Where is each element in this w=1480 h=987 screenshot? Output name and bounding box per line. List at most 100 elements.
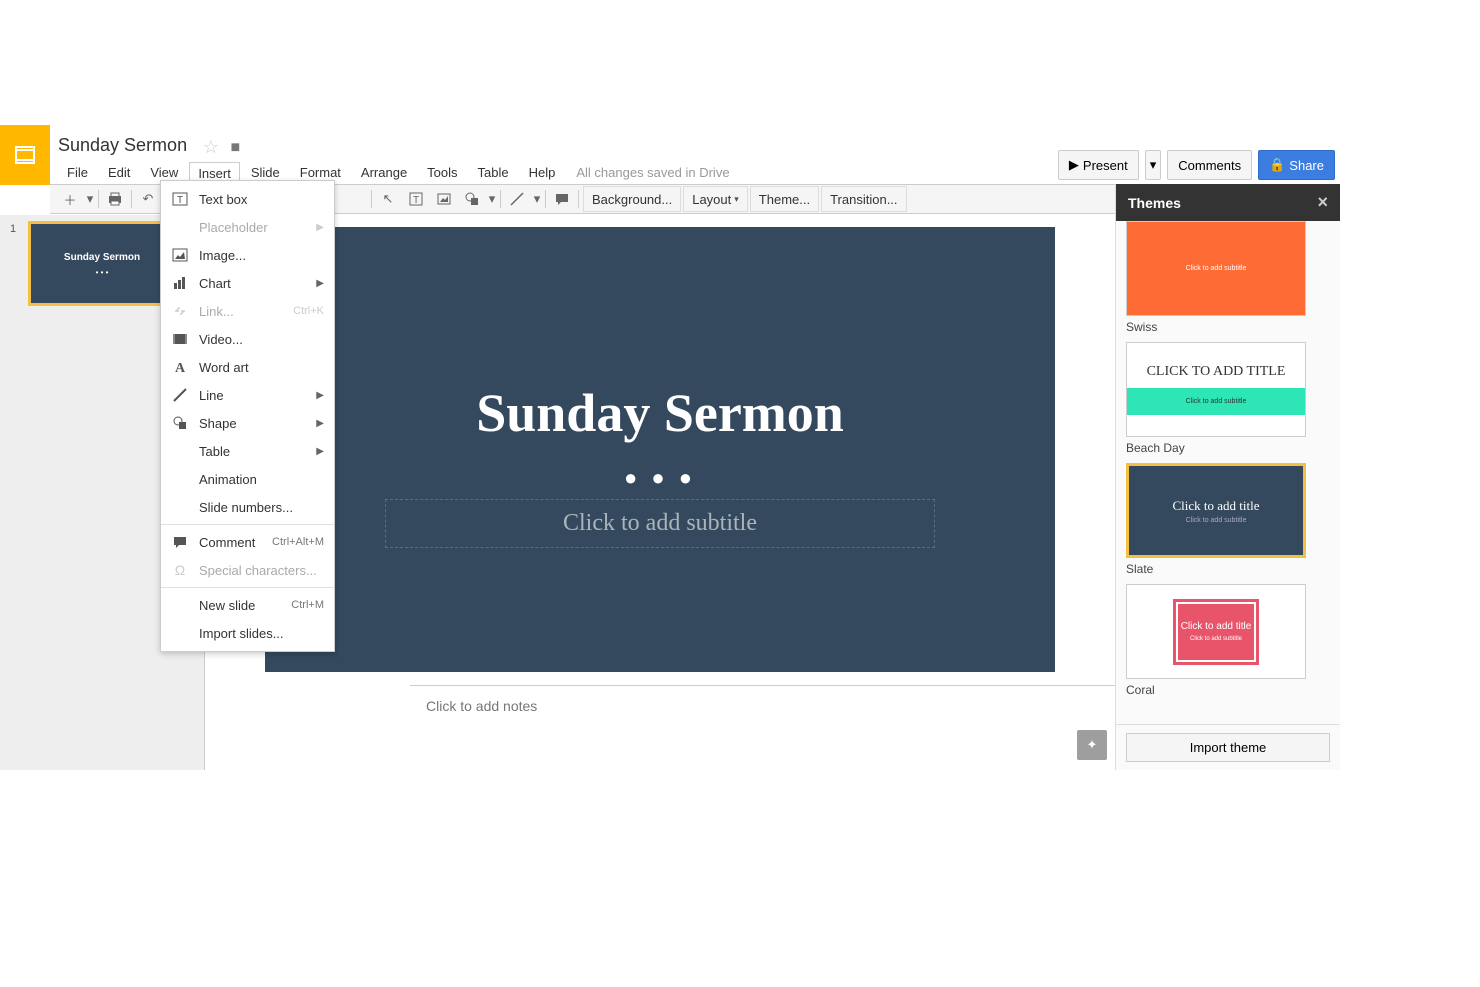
theme-name-label: Coral — [1126, 683, 1330, 697]
explore-button[interactable]: ✦ — [1077, 730, 1107, 760]
star-icon[interactable]: ☆ — [203, 137, 219, 158]
textbox-tool[interactable]: T — [402, 186, 430, 212]
undo-tool[interactable]: ↶ — [134, 186, 162, 212]
theme-swiss[interactable]: Click to add subtitleSwiss — [1126, 221, 1330, 334]
slides-logo[interactable] — [0, 125, 50, 185]
insert-text-box[interactable]: TText box — [161, 185, 334, 213]
comment-tool[interactable] — [548, 186, 576, 212]
preview-text: Click to add subtitle — [1186, 265, 1247, 272]
theme-name-label: Slate — [1126, 562, 1330, 576]
insert-link-: Link...Ctrl+K — [161, 297, 334, 325]
preview-inner: Click to add titleClick to add subtitle — [1176, 602, 1256, 662]
insert-menu: TText boxPlaceholder▶Image...Chart▶Link.… — [160, 180, 335, 652]
menubar: FileEditViewInsertSlideFormatArrangeTool… — [58, 161, 730, 184]
share-button[interactable]: 🔒 Share — [1258, 150, 1335, 180]
comment-icon — [171, 533, 189, 551]
theme-beach[interactable]: CLICK TO ADD TITLEClick to add subtitleB… — [1126, 342, 1330, 455]
shape-tool[interactable] — [458, 186, 486, 212]
lock-icon: 🔒 — [1269, 157, 1285, 173]
present-dropdown[interactable]: ▾ — [1145, 150, 1162, 180]
layout-tool[interactable]: Layout — [683, 186, 748, 212]
menu-item-label: Chart — [199, 276, 231, 291]
insert-special-characters-: ΩSpecial characters... — [161, 556, 334, 584]
notes-area[interactable]: Click to add notes — [410, 685, 1115, 770]
image-tool[interactable] — [430, 186, 458, 212]
menu-item-label: Shape — [199, 416, 237, 431]
insert-new-slide[interactable]: New slide Ctrl+M — [161, 591, 334, 619]
line-dropdown[interactable]: ▾ — [531, 186, 543, 212]
new-slide-dropdown[interactable]: ▾ — [84, 186, 96, 212]
theme-preview: CLICK TO ADD TITLEClick to add subtitle — [1126, 342, 1306, 437]
menu-item-label: Table — [199, 444, 230, 459]
menu-item-shortcut: Ctrl+K — [293, 305, 324, 317]
folder-icon[interactable]: ■ — [230, 139, 240, 157]
insert-video-[interactable]: Video... — [161, 325, 334, 353]
menu-item-label: Animation — [199, 472, 257, 487]
menu-item-shortcut: Ctrl+Alt+M — [272, 536, 324, 548]
insert-chart[interactable]: Chart ▶ — [161, 269, 334, 297]
omega-icon: Ω — [171, 561, 189, 579]
blank-icon — [171, 596, 189, 614]
slide-dots: ● ● ● — [265, 465, 1055, 491]
insert-line[interactable]: Line▶ — [161, 381, 334, 409]
insert-animation[interactable]: Animation — [161, 465, 334, 493]
slide-title[interactable]: Sunday Sermon — [265, 382, 1055, 444]
insert-placeholder: Placeholder▶ — [161, 213, 334, 241]
select-tool[interactable]: ↖ — [374, 186, 402, 212]
import-theme-button[interactable]: Import theme — [1126, 733, 1330, 762]
theme-coral[interactable]: Click to add titleClick to add subtitle C… — [1126, 584, 1330, 697]
menu-item-label: Image... — [199, 248, 246, 263]
print-tool[interactable] — [101, 186, 129, 212]
preview-sub: Click to add subtitle — [1127, 388, 1305, 415]
menu-item-label: New slide — [199, 598, 255, 613]
line-tool[interactable] — [503, 186, 531, 212]
menu-item-shortcut: Ctrl+M — [291, 599, 324, 611]
menu-arrange[interactable]: Arrange — [352, 161, 416, 184]
insert-image-[interactable]: Image... — [161, 241, 334, 269]
menu-edit[interactable]: Edit — [99, 161, 139, 184]
share-label: Share — [1289, 158, 1324, 173]
blank-icon — [171, 442, 189, 460]
theme-tool[interactable]: Theme... — [750, 186, 819, 212]
new-slide-tool[interactable]: ＋ — [56, 186, 84, 212]
present-button[interactable]: ▶ Present — [1058, 150, 1139, 180]
shape-dropdown[interactable]: ▾ — [486, 186, 498, 212]
menu-item-label: Line — [199, 388, 224, 403]
menu-file[interactable]: File — [58, 161, 97, 184]
insert-shape[interactable]: Shape▶ — [161, 409, 334, 437]
insert-word-art[interactable]: AWord art — [161, 353, 334, 381]
transition-tool[interactable]: Transition... — [821, 186, 906, 212]
menu-item-label: Comment — [199, 535, 255, 550]
background-tool[interactable]: Background... — [583, 186, 681, 212]
slide-subtitle-placeholder[interactable]: Click to add subtitle — [385, 499, 935, 548]
theme-slate[interactable]: Click to add titleClick to add subtitle S… — [1126, 463, 1330, 576]
thumb-title: Sunday Sermon — [31, 252, 173, 263]
theme-preview: Click to add titleClick to add subtitle — [1126, 584, 1306, 679]
menu-item-label: Slide numbers... — [199, 500, 293, 515]
close-icon[interactable]: × — [1317, 192, 1328, 213]
wordart-icon: A — [171, 358, 189, 376]
link-icon — [171, 302, 189, 320]
menu-table[interactable]: Table — [469, 161, 518, 184]
insert-import-slides-[interactable]: Import slides... — [161, 619, 334, 647]
menu-tools[interactable]: Tools — [418, 161, 466, 184]
comments-button[interactable]: Comments — [1167, 150, 1252, 180]
blank-icon — [171, 218, 189, 236]
present-label: Present — [1083, 158, 1128, 173]
document-title[interactable]: Sunday Sermon — [58, 135, 187, 156]
slide-canvas[interactable]: Sunday Sermon ● ● ● Click to add subtitl… — [265, 227, 1055, 672]
menu-item-label: Import slides... — [199, 626, 284, 641]
menu-item-label: Placeholder — [199, 220, 268, 235]
insert-slide-numbers-[interactable]: Slide numbers... — [161, 493, 334, 521]
insert-comment[interactable]: Comment Ctrl+Alt+M — [161, 528, 334, 556]
menu-help[interactable]: Help — [520, 161, 565, 184]
insert-table[interactable]: Table ▶ — [161, 437, 334, 465]
textbox-icon: T — [171, 190, 189, 208]
chevron-right-icon: ▶ — [316, 278, 324, 289]
theme-preview: Click to add titleClick to add subtitle — [1126, 463, 1306, 558]
slide-number: 1 — [10, 223, 16, 235]
chevron-right-icon: ▶ — [316, 446, 324, 457]
image-icon — [171, 246, 189, 264]
themes-panel: Themes × Click to add subtitleSwissCLICK… — [1115, 184, 1340, 770]
line-icon — [171, 386, 189, 404]
